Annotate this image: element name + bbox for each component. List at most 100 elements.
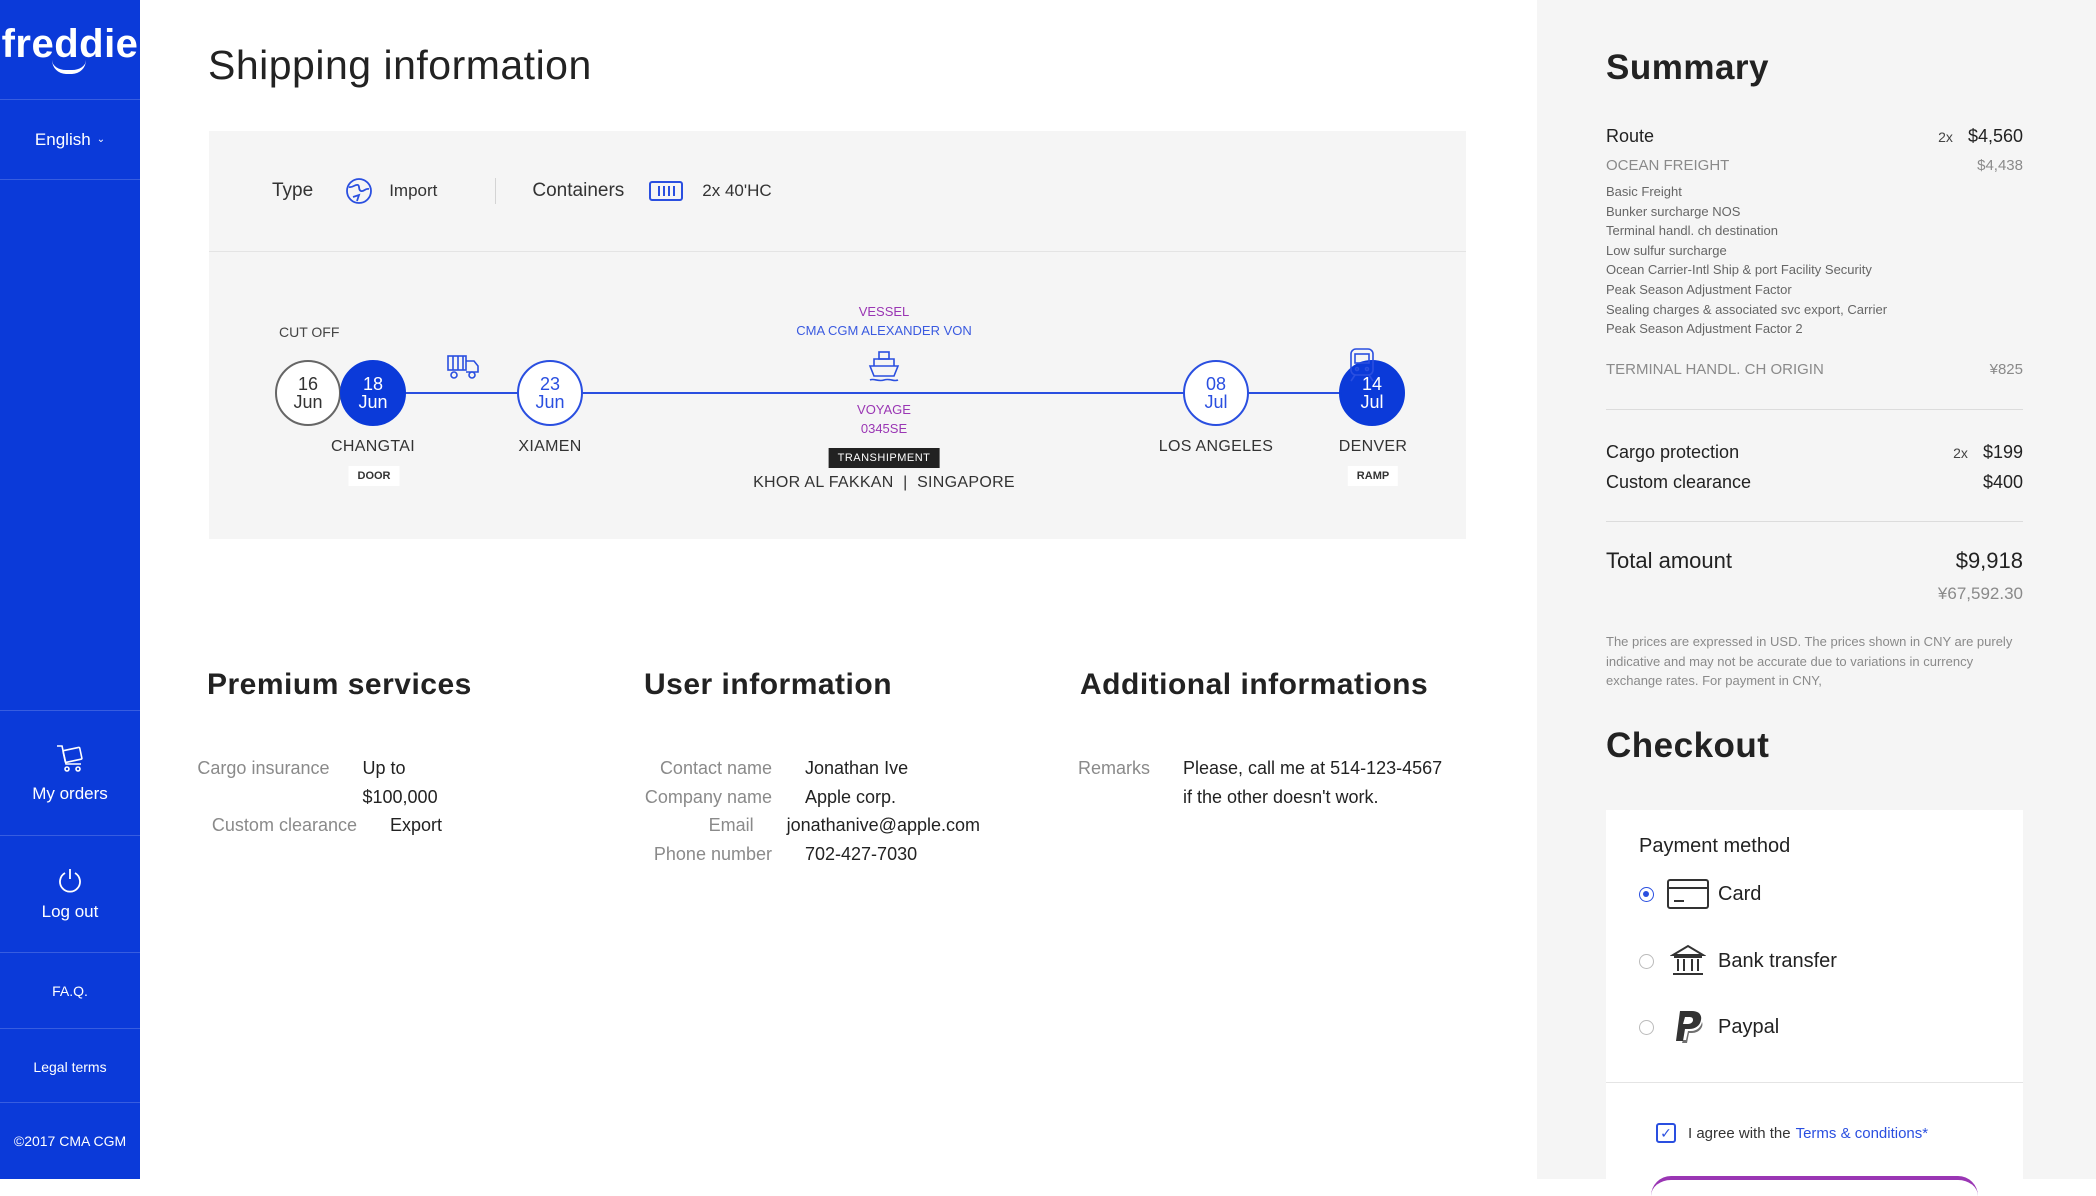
ship-icon — [868, 351, 900, 382]
place-los-angeles: LOS ANGELES — [1158, 438, 1274, 455]
sidebar-item-label: FA.Q. — [52, 982, 88, 999]
train-icon — [1350, 348, 1374, 382]
stop-month: Jun — [358, 392, 388, 412]
divider — [1606, 1082, 2023, 1083]
terms-agreement: ✓ I agree with the Terms & conditions* — [1656, 1123, 1928, 1143]
row-key: Phone number — [653, 843, 772, 864]
terminal-origin-price: ¥825 — [1989, 361, 2023, 378]
sidebar-item-my-orders[interactable]: My orders — [0, 710, 140, 835]
page-title: Shipping information — [208, 42, 592, 88]
row-value: Apple corp. — [805, 786, 897, 807]
agree-text: I agree with the — [1688, 1124, 1791, 1142]
premium-services-list: Cargo insurance Up to $100,000 Custom cl… — [140, 754, 470, 840]
terminal-origin-label: TERMINAL HANDL. CH ORIGIN — [1606, 361, 1824, 378]
ocean-freight-label: OCEAN FREIGHT — [1606, 157, 1730, 174]
row-key: Email — [708, 815, 754, 835]
power-icon — [59, 869, 81, 893]
payment-option-paypal[interactable]: Paypal — [1639, 1009, 1779, 1045]
payment-method-title: Payment method — [1639, 835, 1791, 857]
row-value: Export — [390, 815, 443, 835]
radio-selected[interactable] — [1639, 886, 1654, 902]
logo-smile-icon — [52, 60, 86, 74]
route-row: Route 2x $4,560 — [1606, 126, 2023, 147]
transhipment-tag: TRANSHIPMENT — [828, 448, 940, 468]
total-cny: ¥67,592.30 — [1937, 584, 2023, 603]
stop-date-xiamen: 23 Jun — [517, 360, 583, 426]
type-label: Type — [272, 180, 314, 201]
custom-clearance-row: Custom clearance $400 — [1606, 472, 2023, 493]
sidebar-item-faq[interactable]: FA.Q. — [0, 952, 140, 1028]
checkout-title: Checkout — [1606, 726, 1770, 765]
row-value: Jonathan Ive — [805, 758, 909, 778]
main-content: Shipping information Type Import Contain… — [140, 0, 1537, 1179]
fee-item: Bunker surcharge NOS — [1606, 203, 1741, 219]
voyage-info: VOYAGE 0345SE — [857, 400, 911, 438]
vessel-label: VESSEL — [858, 304, 910, 319]
user-row-company: Company name Apple corp. — [560, 783, 980, 812]
row-key: Company name — [644, 786, 772, 807]
container-icon — [649, 181, 684, 201]
logo[interactable]: freddie — [0, 0, 140, 100]
voyage-number: 0345SE — [860, 421, 908, 436]
premium-row-clearance: Custom clearance Export — [140, 811, 470, 840]
payment-option-card[interactable]: Card — [1639, 876, 1761, 912]
fee-item: Low sulfur surcharge — [1606, 242, 1727, 258]
sidebar-nav: My orders Log out FA.Q. Legal terms — [0, 710, 140, 1104]
divider — [1606, 409, 2023, 410]
row-key: Contact name — [659, 758, 772, 778]
card-icon — [1666, 876, 1710, 912]
row-value: 702-427-7030 — [805, 843, 918, 864]
total-label: Total amount — [1606, 548, 1732, 573]
ocean-freight-price: $4,438 — [1977, 157, 2023, 174]
sidebar-item-label: Legal terms — [33, 1058, 107, 1075]
ocean-freight-row: OCEAN FREIGHT $4,438 — [1606, 157, 2023, 174]
sidebar-item-legal-terms[interactable]: Legal terms — [0, 1028, 140, 1104]
chevron-down-icon: ⌄ — [96, 134, 106, 145]
door-tag: DOOR — [348, 466, 400, 486]
fee-item: Basic Freight — [1606, 184, 1682, 199]
terms-checkbox[interactable]: ✓ — [1656, 1123, 1676, 1143]
summary-title: Summary — [1606, 48, 1770, 87]
fee-item: Peak Season Adjustment Factor — [1606, 281, 1792, 297]
language-selector[interactable]: English ⌄ — [0, 100, 140, 180]
payment-option-label: Card — [1718, 882, 1762, 905]
total-row: Total amount $9,918 — [1606, 548, 2023, 574]
payment-option-label: Bank transfer — [1718, 949, 1837, 972]
fee-item: Peak Season Adjustment Factor 2 — [1606, 321, 1803, 337]
containers-label: Containers — [532, 180, 625, 201]
user-information-title: User information — [644, 668, 893, 701]
cargo-price-group: 2x $199 — [1953, 442, 2023, 463]
type-group: Type Import — [272, 175, 437, 207]
stop-month: Jun — [293, 392, 323, 412]
radio-unselected[interactable] — [1639, 953, 1654, 969]
radio-unselected[interactable] — [1639, 1019, 1654, 1035]
row-value: jonathanive@apple.com — [786, 815, 980, 835]
checkout-button[interactable] — [1651, 1176, 1978, 1196]
custom-clearance-label: Custom clearance — [1606, 472, 1752, 492]
stop-day: 18 — [362, 374, 384, 394]
payment-box: Payment method Card Bank transfer Paypal… — [1606, 810, 2023, 1180]
sidebar: freddie English ⌄ My orders Log out FA.Q… — [0, 0, 140, 1179]
row-key: Custom clearance — [211, 815, 357, 835]
terms-link[interactable]: Terms & conditions* — [1796, 1125, 1929, 1142]
user-row-phone: Phone number 702-427-7030 — [560, 840, 980, 869]
copyright: ©2017 CMA CGM — [0, 1102, 140, 1179]
cargo-qty: 2x — [1953, 445, 1968, 461]
logo-text: freddie — [1, 22, 139, 66]
total-price: $9,918 — [1955, 548, 2023, 573]
fee-list: Basic Freight Bunker surcharge NOS Termi… — [1606, 182, 1887, 339]
divider — [1606, 521, 2023, 522]
user-information-list: Contact name Jonathan Ive Company name A… — [560, 754, 980, 868]
divider — [495, 178, 497, 204]
vessel-name: CMA CGM ALEXANDER VON — [796, 323, 972, 338]
sidebar-item-log-out[interactable]: Log out — [0, 835, 140, 952]
vessel-info: VESSEL CMA CGM ALEXANDER VON — [796, 302, 972, 340]
place-xiamen: XIAMEN — [518, 438, 582, 455]
payment-option-bank-transfer[interactable]: Bank transfer — [1639, 943, 1837, 979]
stop-month: Jul — [1360, 392, 1384, 412]
import-globe-icon — [346, 178, 373, 204]
containers-value: 2x 40'HC — [702, 181, 772, 200]
paypal-icon — [1666, 1009, 1710, 1045]
user-row-email: Email jonathanive@apple.com — [560, 811, 980, 840]
route-timeline: CUT OFF 16 Jun 18 Jun 23 Jun 08 Jul 14 J… — [209, 252, 1466, 539]
